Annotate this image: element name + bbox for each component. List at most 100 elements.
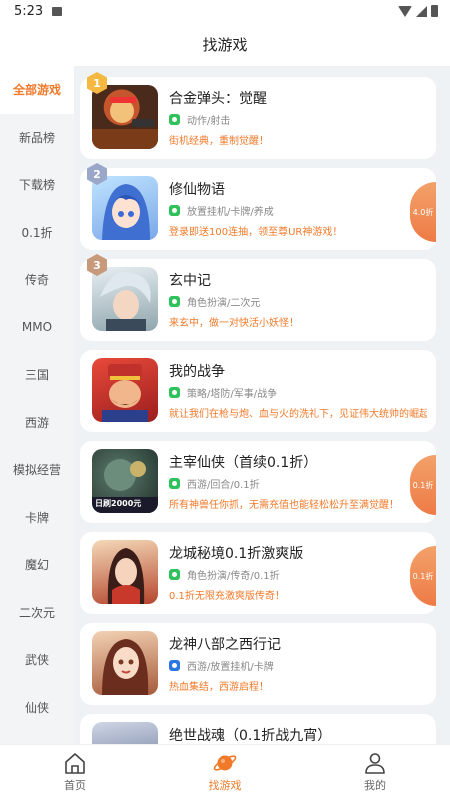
app-header: 找游戏 (0, 24, 450, 66)
rank-number: 2 (93, 168, 101, 181)
game-name: 主宰仙侠（首续0.1折） (169, 455, 318, 471)
sidebar-item-label: 模拟经营 (12, 463, 61, 478)
game-card[interactable]: 2 修仙物语 放置挂机/卡牌/养成 登录即送100连抽，领至尊UR神游戏！ 4.… (80, 163, 436, 250)
game-list: 1 合金弹头：觉醒 动作/射击 街机经典，重制觉醒！ 2 修仙物语 放置挂机/卡… (74, 66, 450, 744)
game-tags: 动作/射击 (169, 112, 230, 127)
tag-icon (169, 660, 180, 671)
game-thumbnail (92, 722, 158, 744)
game-name: 玄中记 (169, 273, 211, 289)
game-tag-text: 西游/放置挂机/卡牌 (187, 662, 274, 673)
game-tags: 西游/放置挂机/卡牌 (169, 658, 274, 673)
nav-label: 首页 (64, 779, 86, 792)
game-card[interactable]: 龙神八部之西行记 西游/放置挂机/卡牌 热血集结，西游启程！ (80, 623, 436, 705)
sidebar-item-discount[interactable]: 0.1折 (0, 209, 74, 257)
game-tags: 角色扮演/传奇/0.1折 (169, 567, 280, 582)
sidebar-item-label: 武侠 (24, 653, 49, 668)
page-title: 找游戏 (202, 36, 248, 54)
sidebar-item-xianxia[interactable]: 仙侠 (0, 684, 74, 732)
game-card[interactable]: 绝世战魂（0.1折战九宵） (80, 714, 436, 744)
sidebar-item-label: 下载榜 (18, 178, 55, 193)
sidebar-item-label: MMO (21, 320, 53, 335)
game-card[interactable]: 1 合金弹头：觉醒 动作/射击 街机经典，重制觉醒！ (80, 72, 436, 159)
game-name: 合金弹头：觉醒 (169, 91, 267, 107)
image-notification-icon (52, 7, 62, 16)
sidebar-item-card[interactable]: 卡牌 (0, 494, 74, 542)
nav-home[interactable]: 首页 (0, 745, 150, 800)
game-promo: 来玄中，做一对快活小妖怪！ (169, 318, 299, 329)
game-planet-icon (213, 755, 237, 771)
sidebar-item-label: 仙侠 (24, 700, 49, 715)
game-promo: 热血集结，西游启程！ (169, 682, 269, 693)
game-tags: 策略/塔防/军事/战争 (169, 385, 277, 400)
battery-icon (431, 5, 438, 17)
game-thumbnail (92, 631, 158, 695)
game-tags: 角色扮演/二次元 (169, 294, 260, 309)
game-thumbnail (92, 540, 158, 604)
game-name: 龙城秘境0.1折激爽版 (169, 546, 304, 562)
game-tag-text: 动作/射击 (187, 116, 231, 127)
tag-icon (169, 478, 180, 489)
sidebar-item-wuxia[interactable]: 武侠 (0, 636, 74, 684)
sidebar-item-label: 二次元 (18, 605, 55, 620)
sidebar-item-anime[interactable]: 二次元 (0, 589, 74, 637)
game-name: 绝世战魂（0.1折战九宵） (169, 728, 332, 744)
game-tag-text: 西游/回合/0.1折 (187, 480, 260, 491)
thumb-overlay-text: 日刷2000元 (95, 499, 142, 508)
nav-label: 找游戏 (208, 779, 242, 792)
sidebar-item-mmo[interactable]: MMO (0, 304, 74, 352)
discount-label: 0.1折 (412, 480, 434, 490)
game-promo: 登录即送100连抽，领至尊UR神游戏！ (169, 227, 343, 238)
status-time: 5:23 (14, 4, 44, 19)
sidebar-item-label: 新品榜 (18, 130, 55, 145)
rank-badge-bronze: 3 (86, 253, 108, 277)
user-icon (365, 753, 385, 774)
rank-number: 3 (93, 259, 101, 272)
game-card[interactable]: 我的战争 策略/塔防/军事/战争 就让我们在枪与炮、血与火的洗礼下，见证伟大统帅… (80, 350, 436, 432)
bottom-nav: 首页 找游戏 我的 (0, 744, 450, 800)
sidebar-item-three-kingdoms[interactable]: 三国 (0, 351, 74, 399)
category-sidebar: 全部游戏 新品榜 下载榜 0.1折 传奇 MMO 三国 西游 模拟经营 卡牌 魔… (0, 66, 74, 744)
game-tag-text: 角色扮演/传奇/0.1折 (187, 571, 280, 582)
sidebar-item-downloads[interactable]: 下载榜 (0, 161, 74, 209)
game-tag-text: 放置挂机/卡牌/养成 (187, 207, 274, 218)
game-tags: 西游/回合/0.1折 (169, 476, 260, 491)
tag-icon (169, 569, 180, 580)
game-card[interactable]: 龙城秘境0.1折激爽版 角色扮演/传奇/0.1折 0.1折无限充激爽版传奇！ 0… (80, 532, 436, 614)
sidebar-item-new[interactable]: 新品榜 (0, 114, 74, 162)
nav-profile[interactable]: 我的 (300, 745, 450, 800)
sidebar-item-all-games[interactable]: 全部游戏 (0, 66, 74, 114)
game-thumbnail: 日刷2000元 (92, 449, 158, 513)
sidebar-item-label: 西游 (24, 415, 49, 430)
game-promo: 所有神兽任你抓，无需充值也能轻松松升至满觉醒！ (169, 500, 399, 511)
tag-icon (169, 205, 180, 216)
discount-label: 4.0折 (412, 207, 434, 217)
tag-icon (169, 114, 180, 125)
game-tags: 放置挂机/卡牌/养成 (169, 203, 274, 218)
rank-badge-gold: 1 (86, 71, 108, 95)
game-card[interactable]: 日刷2000元 主宰仙侠（首续0.1折） 西游/回合/0.1折 所有神兽任你抓，… (80, 441, 436, 523)
game-promo: 0.1折无限充激爽版传奇！ (169, 591, 285, 602)
rank-number: 1 (93, 77, 101, 90)
game-name: 我的战争 (169, 364, 225, 380)
game-name: 龙神八部之西行记 (169, 637, 281, 653)
game-promo: 街机经典，重制觉醒！ (169, 136, 269, 147)
nav-find-games[interactable]: 找游戏 (150, 745, 300, 800)
home-icon (65, 753, 85, 774)
sidebar-item-journey-west[interactable]: 西游 (0, 399, 74, 447)
wifi-icon (398, 5, 412, 17)
nav-label: 我的 (364, 779, 386, 792)
tag-icon (169, 387, 180, 398)
rank-badge-silver: 2 (86, 162, 108, 186)
game-card[interactable]: 3 玄中记 角色扮演/二次元 来玄中，做一对快活小妖怪！ (80, 254, 436, 341)
sidebar-item-fantasy[interactable]: 魔幻 (0, 541, 74, 589)
status-bar: 5:23 (0, 0, 450, 24)
sidebar-item-label: 全部游戏 (12, 83, 61, 98)
sidebar-item-simulation[interactable]: 模拟经营 (0, 446, 74, 494)
game-tag-text: 策略/塔防/军事/战争 (187, 389, 278, 400)
sidebar-item-label: 传奇 (24, 273, 49, 288)
discount-label: 0.1折 (412, 571, 434, 581)
sidebar-item-legend[interactable]: 传奇 (0, 256, 74, 304)
game-tag-text: 角色扮演/二次元 (187, 298, 261, 309)
tag-icon (169, 296, 180, 307)
sidebar-item-label: 卡牌 (24, 510, 49, 525)
